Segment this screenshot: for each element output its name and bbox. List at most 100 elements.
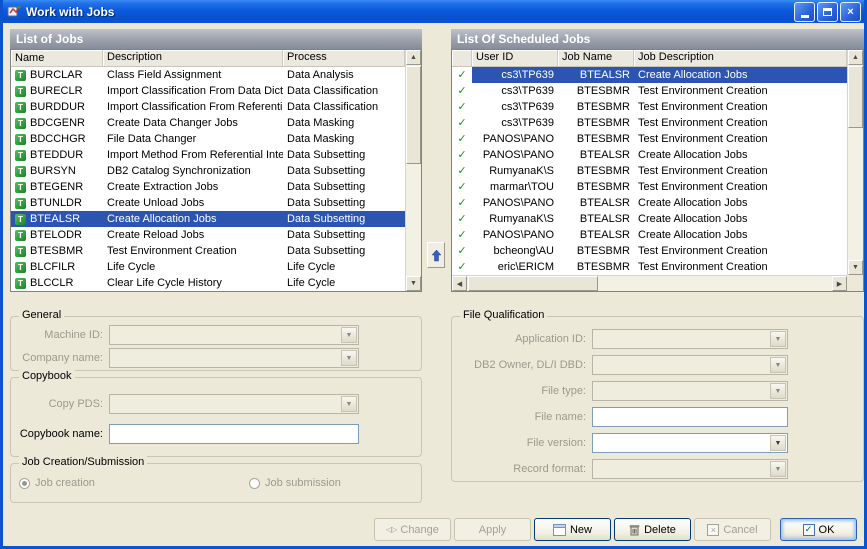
job-row[interactable]: TBTELODRCreate Reload JobsData Subsettin… bbox=[11, 227, 405, 243]
chevron-down-icon: ▼ bbox=[770, 461, 786, 477]
scheduled-job-description: Create Allocation Jobs bbox=[634, 69, 847, 81]
job-description: Import Classification From Referential I… bbox=[103, 101, 283, 113]
scroll-thumb[interactable] bbox=[468, 276, 598, 291]
scroll-up-icon[interactable]: ▲ bbox=[848, 50, 863, 65]
column-header-status[interactable] bbox=[452, 50, 472, 66]
scheduled-job-name: BTESBMR bbox=[558, 165, 634, 177]
scheduled-job-name: BTEALSR bbox=[558, 229, 634, 241]
scheduled-job-description: Create Allocation Jobs bbox=[634, 213, 847, 225]
scheduled-job-name: BTEALSR bbox=[558, 197, 634, 209]
job-description: Life Cycle bbox=[103, 261, 283, 273]
job-name: BDCCHGR bbox=[30, 133, 86, 145]
copybook-name-input[interactable] bbox=[109, 424, 359, 444]
job-process: Data Masking bbox=[283, 133, 405, 145]
job-row[interactable]: TBTESBMRTest Environment CreationData Su… bbox=[11, 243, 405, 259]
job-row[interactable]: TBURDDURImport Classification From Refer… bbox=[11, 99, 405, 115]
job-row[interactable]: TBLCCLRClear Life Cycle HistoryLife Cycl… bbox=[11, 275, 405, 291]
scheduled-job-row[interactable]: ✓PANOS\PANOBTEALSRCreate Allocation Jobs bbox=[452, 195, 847, 211]
column-header-job-description[interactable]: Job Description bbox=[634, 50, 847, 66]
scroll-thumb[interactable] bbox=[406, 66, 421, 164]
scheduled-horizontal-scrollbar[interactable]: ◀ ▶ bbox=[452, 275, 847, 291]
maximize-button[interactable] bbox=[817, 2, 838, 22]
job-row[interactable]: TBLCFILRLife CycleLife Cycle bbox=[11, 259, 405, 275]
job-type-icon: T bbox=[15, 70, 26, 81]
minimize-button[interactable] bbox=[794, 2, 815, 22]
job-row[interactable]: TBTEDDURImport Method From Referential I… bbox=[11, 147, 405, 163]
delete-button-label: Delete bbox=[644, 524, 676, 536]
scheduled-job-row[interactable]: ✓cs3\TP639BTESBMRTest Environment Creati… bbox=[452, 99, 847, 115]
work-with-jobs-window: Work with Jobs × List of Jobs List Of Sc… bbox=[0, 0, 867, 549]
job-creation-radio-label: Job creation bbox=[35, 477, 95, 489]
job-row[interactable]: TBTUNLDRCreate Unload JobsData Subsettin… bbox=[11, 195, 405, 211]
scheduled-user-id: cs3\TP639 bbox=[472, 85, 558, 97]
job-name: BTEDDUR bbox=[30, 149, 83, 161]
job-description: Create Extraction Jobs bbox=[103, 181, 283, 193]
scheduled-job-row[interactable]: ✓cs3\TP639BTEALSRCreate Allocation Jobs bbox=[452, 67, 847, 83]
copybook-name-label: Copybook name: bbox=[19, 428, 103, 440]
ok-check-icon: ✓ bbox=[803, 524, 815, 536]
scheduled-job-description: Test Environment Creation bbox=[634, 133, 847, 145]
scroll-right-icon[interactable]: ▶ bbox=[832, 276, 847, 291]
scheduled-user-id: PANOS\PANO bbox=[472, 149, 558, 161]
scheduled-job-row[interactable]: ✓cs3\TP639BTESBMRTest Environment Creati… bbox=[452, 115, 847, 131]
column-header-job-name[interactable]: Job Name bbox=[558, 50, 634, 66]
job-name: BTELODR bbox=[30, 229, 82, 241]
job-row[interactable]: TBURSYNDB2 Catalog SynchronizationData S… bbox=[11, 163, 405, 179]
scheduled-job-row[interactable]: ✓bcheong\AUBTESBMRTest Environment Creat… bbox=[452, 243, 847, 259]
scheduled-user-id: RumyanaK\S bbox=[472, 213, 558, 225]
job-name: BURDDUR bbox=[30, 101, 85, 113]
job-description: DB2 Catalog Synchronization bbox=[103, 165, 283, 177]
scheduled-job-description: Create Allocation Jobs bbox=[634, 149, 847, 161]
scroll-left-icon[interactable]: ◀ bbox=[452, 276, 467, 291]
general-group: General Machine ID: ▼ Company name: ▼ bbox=[10, 316, 422, 371]
scheduled-vertical-scrollbar[interactable]: ▲ ▼ bbox=[847, 50, 863, 275]
scheduled-job-row[interactable]: ✓RumyanaK\SBTEALSRCreate Allocation Jobs bbox=[452, 211, 847, 227]
scheduled-job-row[interactable]: ✓cs3\TP639BTESBMRTest Environment Creati… bbox=[452, 83, 847, 99]
scroll-up-icon[interactable]: ▲ bbox=[406, 50, 421, 65]
file-type-combo: ▼ bbox=[592, 381, 788, 401]
scheduled-user-id: marmar\TOU bbox=[472, 181, 558, 193]
file-name-input[interactable] bbox=[592, 407, 788, 427]
job-name: BLCCLR bbox=[30, 277, 73, 289]
ok-button[interactable]: ✓ OK bbox=[780, 518, 857, 541]
job-description: Clear Life Cycle History bbox=[103, 277, 283, 289]
delete-button[interactable]: Delete bbox=[614, 518, 691, 541]
scroll-down-icon[interactable]: ▼ bbox=[406, 276, 421, 291]
app-icon bbox=[6, 4, 22, 20]
scheduled-job-row[interactable]: ✓PANOS\PANOBTEALSRCreate Allocation Jobs bbox=[452, 147, 847, 163]
job-submission-radio-label: Job submission bbox=[265, 477, 341, 489]
job-row[interactable]: TBURECLRImport Classification From Data … bbox=[11, 83, 405, 99]
job-process: Data Analysis bbox=[283, 69, 405, 81]
scheduled-job-row[interactable]: ✓marmar\TOUBTESBMRTest Environment Creat… bbox=[452, 179, 847, 195]
job-row[interactable]: TBDCCHGRFile Data ChangerData Masking bbox=[11, 131, 405, 147]
column-header-user-id[interactable]: User ID bbox=[472, 50, 558, 66]
job-row[interactable]: TBTEALSRCreate Allocation JobsData Subse… bbox=[11, 211, 405, 227]
new-button[interactable]: New bbox=[534, 518, 611, 541]
job-submission-radio: Job submission bbox=[249, 477, 341, 489]
chevron-down-icon: ▼ bbox=[341, 350, 357, 366]
check-icon: ✓ bbox=[457, 99, 466, 115]
job-type-icon: T bbox=[15, 198, 26, 209]
scheduled-job-name: BTESBMR bbox=[558, 245, 634, 257]
schedule-transfer-button[interactable] bbox=[427, 242, 445, 268]
scroll-thumb[interactable] bbox=[848, 66, 863, 128]
column-header-name[interactable]: Name bbox=[11, 50, 103, 66]
job-row[interactable]: TBURCLARClass Field AssignmentData Analy… bbox=[11, 67, 405, 83]
column-header-process[interactable]: Process bbox=[283, 50, 405, 66]
change-button: ◁▷ Change bbox=[374, 518, 451, 541]
check-icon: ✓ bbox=[457, 147, 466, 163]
column-header-description[interactable]: Description bbox=[103, 50, 283, 66]
scheduled-job-row[interactable]: ✓PANOS\PANOBTEALSRCreate Allocation Jobs bbox=[452, 227, 847, 243]
scheduled-job-row[interactable]: ✓PANOS\PANOBTESBMRTest Environment Creat… bbox=[452, 131, 847, 147]
close-button[interactable]: × bbox=[840, 2, 861, 22]
scroll-down-icon[interactable]: ▼ bbox=[848, 260, 863, 275]
job-row[interactable]: TBTEGENRCreate Extraction JobsData Subse… bbox=[11, 179, 405, 195]
scheduled-job-row[interactable]: ✓RumyanaK\SBTESBMRTest Environment Creat… bbox=[452, 163, 847, 179]
scheduled-job-name: BTESBMR bbox=[558, 181, 634, 193]
company-name-combo: ▼ bbox=[109, 348, 359, 368]
jobs-vertical-scrollbar[interactable]: ▲ ▼ bbox=[405, 50, 421, 291]
ok-button-label: OK bbox=[819, 524, 835, 536]
job-row[interactable]: TBDCGENRCreate Data Changer JobsData Mas… bbox=[11, 115, 405, 131]
file-version-combo[interactable]: ▼ bbox=[592, 433, 788, 453]
scheduled-job-row[interactable]: ✓eric\ERICMBTESBMRTest Environment Creat… bbox=[452, 259, 847, 275]
